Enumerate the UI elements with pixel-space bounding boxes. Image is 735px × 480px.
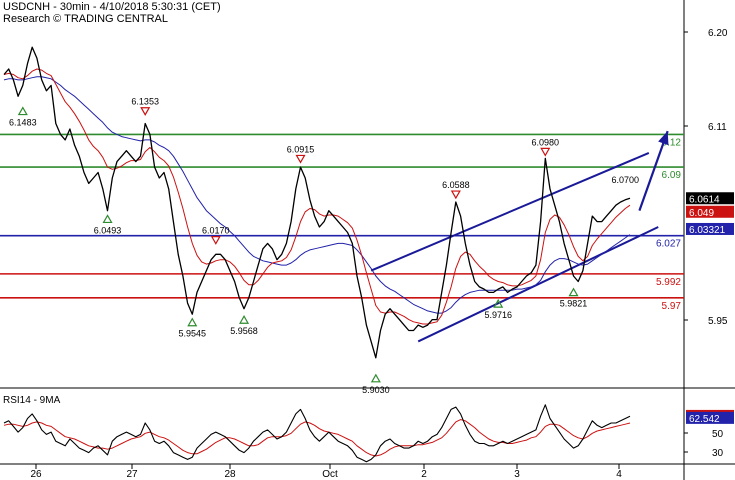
swing-low-label: 5.9030 (362, 385, 390, 395)
swing-low-label: 5.9716 (484, 310, 512, 320)
swing-high-marker (450, 190, 461, 200)
swing-high-marker (210, 236, 221, 245)
rsi-tag-label: 62.542 (689, 414, 720, 425)
swing-low-marker (370, 373, 381, 383)
y-tick-label: 5.95 (708, 316, 728, 327)
price-tag-label: 6.049 (689, 208, 714, 219)
swing-high-label: 6.1353 (131, 97, 159, 107)
swing-low-label: 6.1483 (9, 118, 37, 128)
price-tag-label: 6.03321 (689, 225, 726, 236)
y-tick-label: 6.20 (708, 28, 728, 39)
swing-low-label: 5.9568 (230, 326, 258, 336)
x-tick-label: Oct (322, 469, 338, 480)
y-tick-label: 6.11 (708, 122, 727, 133)
swing-low-marker (187, 317, 198, 327)
level-annotation-label: 6.0700 (612, 175, 640, 185)
x-tick-label: 28 (224, 469, 236, 480)
swing-low-marker (568, 287, 579, 297)
swing-high-label: 6.0588 (442, 180, 470, 190)
swing-low-label: 5.9545 (179, 329, 207, 339)
x-tick-label: 2 (421, 469, 427, 480)
x-tick-label: 3 (514, 469, 520, 480)
rsi-line (3, 404, 631, 463)
swing-high-label: 6.0980 (532, 137, 560, 147)
swing-low-marker (239, 315, 250, 324)
ma-slow-line (3, 76, 631, 314)
level-label: 6.027 (656, 239, 681, 250)
swing-low-marker (102, 214, 113, 224)
swing-high-marker (140, 107, 151, 116)
swing-high-marker (540, 147, 551, 157)
level-label: 5.992 (656, 277, 681, 288)
projection-arrow-head (658, 131, 669, 146)
level-label: 6.09 (662, 170, 682, 181)
swing-low-label: 6.0493 (94, 225, 122, 235)
x-tick-label: 27 (126, 469, 138, 480)
x-tick-label: 4 (616, 469, 622, 480)
swing-low-marker (17, 106, 28, 116)
swing-high-marker (295, 154, 306, 164)
level-label: 5.97 (662, 301, 682, 312)
swing-high-label: 6.0170 (202, 226, 230, 236)
price-chart: 26 27 28 Oct 2 3 46.206.115.956.126.096.0275.9… (0, 0, 735, 480)
rsi-title: RSI14 - 9MA (3, 395, 61, 406)
rsi-y-tick-label: 30 (712, 448, 724, 459)
x-tick-label: 26 (30, 469, 42, 480)
swing-high-label: 6.0915 (287, 144, 315, 154)
swing-low-label: 5.9821 (560, 299, 588, 309)
channel-upper-line (370, 152, 650, 272)
price-line (3, 46, 631, 359)
price-tag-label: 6.0614 (689, 194, 720, 205)
rsi-ma-line (3, 419, 631, 457)
rsi-y-tick-label: 50 (712, 429, 724, 440)
